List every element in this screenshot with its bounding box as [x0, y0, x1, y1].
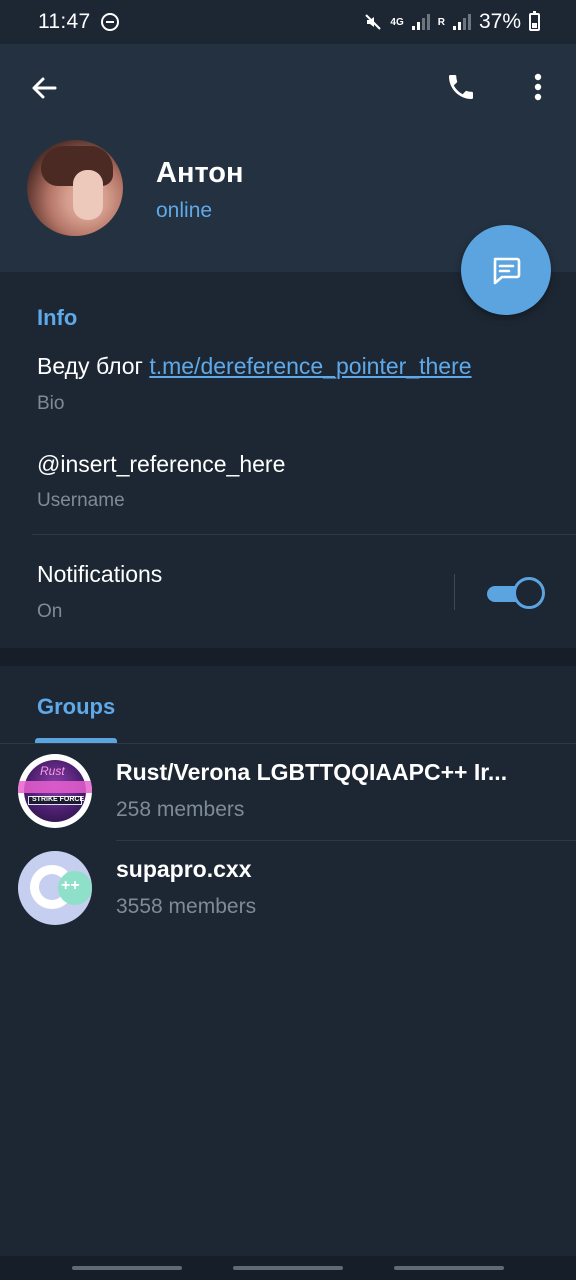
- tab-groups[interactable]: Groups: [37, 694, 115, 720]
- group-list-item[interactable]: ++ supapro.cxx 3558 members: [0, 851, 576, 949]
- group-name: supapro.cxx: [116, 856, 252, 882]
- group-name: Rust/Verona LGBTTQQIAAPC++ Ir...: [116, 759, 508, 785]
- signal-icon-2: [452, 14, 471, 30]
- do-not-disturb-icon: [100, 13, 119, 31]
- roaming-indicator: R: [437, 16, 445, 28]
- more-options-button[interactable]: [518, 64, 558, 110]
- profile-name: Антон: [156, 157, 244, 189]
- group-avatar-text: ++: [61, 877, 80, 894]
- groups-section: Groups Rust STRIKE FORCE Rust/Verona LGB…: [0, 666, 576, 1256]
- notifications-toggle[interactable]: [487, 577, 545, 609]
- group-avatar: ++: [18, 851, 92, 925]
- profile-avatar[interactable]: [27, 140, 123, 236]
- more-vertical-icon: [534, 73, 542, 101]
- bio-text: Веду блог: [37, 353, 150, 379]
- info-section: Info Веду блог t.me/dereference_pointer_…: [0, 272, 576, 648]
- group-avatar-text: Rust: [40, 764, 65, 778]
- system-nav-bar: [0, 1256, 576, 1280]
- telegram-profile-screen: 11:47 4G R 37% Антон online Info Веду бл…: [0, 0, 576, 1280]
- group-avatar-subtext: STRIKE FORCE: [32, 796, 85, 803]
- bio-caption: Bio: [37, 393, 65, 414]
- signal-icon: [411, 14, 430, 30]
- row-divider: [116, 840, 576, 841]
- tab-divider: [0, 743, 576, 744]
- group-members: 3558 members: [116, 895, 257, 918]
- phone-icon: [449, 75, 473, 99]
- send-message-button[interactable]: [461, 225, 551, 315]
- arrow-left-icon: [32, 77, 57, 99]
- section-gap: [0, 648, 576, 666]
- username-value[interactable]: @insert_reference_here: [37, 451, 285, 478]
- notifications-label[interactable]: Notifications: [37, 561, 162, 588]
- bio-link[interactable]: t.me/dereference_pointer_there: [149, 353, 471, 379]
- status-right-group: 4G R 37%: [364, 10, 540, 34]
- battery-icon: [529, 11, 540, 31]
- group-avatar: Rust STRIKE FORCE: [18, 754, 92, 828]
- status-bar: 11:47 4G R 37%: [0, 0, 576, 44]
- status-time: 11:47: [38, 10, 91, 33]
- group-members: 258 members: [116, 798, 245, 821]
- notifications-value: On: [37, 601, 63, 622]
- group-list-item[interactable]: Rust STRIKE FORCE Rust/Verona LGBTTQQIAA…: [0, 754, 576, 852]
- battery-percent: 37%: [478, 10, 521, 33]
- username-caption: Username: [37, 490, 125, 511]
- info-divider: [32, 534, 576, 535]
- bio-row[interactable]: Веду блог t.me/dereference_pointer_there: [37, 353, 472, 380]
- mute-icon: [365, 14, 382, 30]
- back-button[interactable]: [22, 66, 66, 110]
- nav-back-button[interactable]: [394, 1266, 504, 1270]
- nav-recents-button[interactable]: [72, 1266, 182, 1270]
- nav-home-button[interactable]: [233, 1266, 343, 1270]
- message-icon: [493, 257, 521, 285]
- profile-status: online: [156, 199, 213, 222]
- info-section-title: Info: [37, 305, 78, 330]
- notifications-separator: [454, 574, 455, 610]
- network-type: 4G: [390, 16, 404, 28]
- call-button[interactable]: [438, 64, 484, 110]
